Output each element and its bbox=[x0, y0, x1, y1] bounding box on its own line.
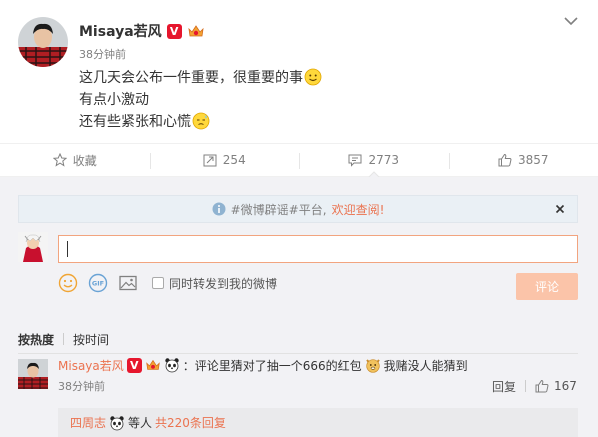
like-count: 3857 bbox=[517, 153, 549, 167]
comment-panel: #微博辟谣#平台, 欢迎查阅! GIF 同时转发到我的微博 评论 按热度 按时间… bbox=[0, 177, 598, 437]
favorite-label: 收藏 bbox=[72, 153, 97, 168]
post-time[interactable]: 38分钟前 bbox=[79, 46, 126, 62]
post-action-bar: 收藏 254 2773 3857 bbox=[0, 143, 598, 177]
vip-crown-icon[interactable] bbox=[187, 23, 205, 39]
current-user-avatar[interactable] bbox=[18, 232, 48, 262]
star-icon bbox=[52, 153, 67, 167]
panda-icon[interactable] bbox=[164, 357, 180, 373]
vip-crown-icon[interactable] bbox=[145, 357, 161, 373]
panda-icon bbox=[109, 415, 125, 431]
post-line: 这几天会公布一件重要，很重要的事 bbox=[79, 66, 322, 88]
comment-text-tail: 我赌没人能猜到 bbox=[383, 358, 468, 373]
comment-time[interactable]: 38分钟前 bbox=[58, 378, 105, 394]
section-divider bbox=[18, 353, 578, 354]
thumbs-up-icon bbox=[498, 153, 512, 167]
smile-emoji-icon bbox=[304, 68, 322, 86]
post-content: 这几天会公布一件重要，很重要的事 有点小激动 还有些紧张和心慌 bbox=[79, 66, 322, 132]
emoji-icon[interactable] bbox=[58, 273, 78, 293]
post-line-text: 还有些紧张和心慌 bbox=[79, 114, 191, 130]
sub-reply-count-link[interactable]: 共220条回复 bbox=[155, 414, 226, 431]
repost-icon bbox=[203, 154, 217, 167]
reply-button[interactable]: 回复 bbox=[492, 378, 516, 395]
author-name[interactable]: Misaya若风 bbox=[79, 21, 162, 41]
submit-comment-button[interactable]: 评论 bbox=[516, 273, 578, 300]
post-line: 有点小激动 bbox=[79, 88, 322, 110]
image-icon[interactable] bbox=[118, 273, 138, 293]
author-row: Misaya若风 V bbox=[79, 20, 205, 42]
sort-by-hot-tab[interactable]: 按热度 bbox=[18, 331, 54, 348]
sweat-emoji-icon bbox=[192, 112, 210, 130]
doge-emoji-icon bbox=[365, 357, 381, 373]
chevron-down-icon[interactable] bbox=[563, 13, 579, 29]
info-icon bbox=[212, 202, 226, 216]
repost-count: 254 bbox=[222, 153, 246, 167]
thumbs-up-icon bbox=[535, 379, 549, 393]
gif-icon[interactable]: GIF bbox=[88, 273, 108, 293]
commenter-avatar[interactable] bbox=[18, 359, 48, 389]
text-cursor bbox=[67, 241, 68, 257]
notice-link[interactable]: 欢迎查阅! bbox=[332, 201, 385, 218]
comment-icon bbox=[348, 154, 362, 167]
comment-input[interactable] bbox=[58, 235, 578, 263]
post-line: 还有些紧张和心慌 bbox=[79, 110, 322, 132]
notice-text: #微博辟谣#平台, bbox=[230, 202, 327, 217]
close-icon[interactable] bbox=[553, 202, 567, 216]
comment-sort-tabs: 按热度 按时间 bbox=[18, 330, 109, 348]
verified-badge-icon[interactable]: V bbox=[126, 357, 142, 373]
comment-like-count: 167 bbox=[554, 379, 577, 393]
comment-count: 2773 bbox=[368, 153, 400, 167]
repost-button[interactable]: 254 bbox=[149, 144, 300, 176]
comment-toolbar: GIF 同时转发到我的微博 bbox=[58, 272, 277, 294]
comment-text: ：评论里猜对了抽一个666的红包 bbox=[182, 358, 362, 373]
favorite-button[interactable]: 收藏 bbox=[0, 144, 150, 176]
sort-by-time-tab[interactable]: 按时间 bbox=[73, 331, 109, 348]
sort-divider bbox=[63, 333, 65, 345]
weibo-post: Misaya若风 V 38分钟前 这几天会公布一件重要，很重要的事 有点小激动 bbox=[0, 0, 598, 143]
forward-label: 同时转发到我的微博 bbox=[169, 276, 278, 291]
comment-action-divider bbox=[525, 380, 527, 392]
comment-like-button[interactable]: 167 bbox=[535, 379, 577, 393]
author-avatar[interactable] bbox=[18, 17, 68, 67]
rumor-notice-bar: #微博辟谣#平台, 欢迎查阅! bbox=[18, 195, 578, 223]
comment-content: Misaya若风 V ：评论里猜对了抽一个666的红包 我赌没人能猜到 bbox=[58, 355, 468, 375]
sub-reply-author[interactable]: 四周志 bbox=[70, 414, 106, 431]
sub-reply-summary[interactable]: 四周志 等人 共220条回复 bbox=[58, 408, 578, 437]
post-line-text: 这几天会公布一件重要，很重要的事 bbox=[79, 70, 303, 86]
like-button[interactable]: 3857 bbox=[448, 144, 598, 176]
forward-checkbox[interactable] bbox=[152, 277, 164, 289]
verified-badge-icon[interactable]: V bbox=[166, 23, 182, 39]
sub-reply-text: 等人 bbox=[128, 416, 153, 430]
commenter-name[interactable]: Misaya若风 bbox=[58, 357, 124, 374]
svg-text:GIF: GIF bbox=[92, 280, 104, 288]
post-line-text: 有点小激动 bbox=[79, 92, 149, 108]
comment-actions: 回复 167 bbox=[492, 377, 577, 395]
forward-to-weibo-option[interactable]: 同时转发到我的微博 bbox=[152, 275, 277, 292]
